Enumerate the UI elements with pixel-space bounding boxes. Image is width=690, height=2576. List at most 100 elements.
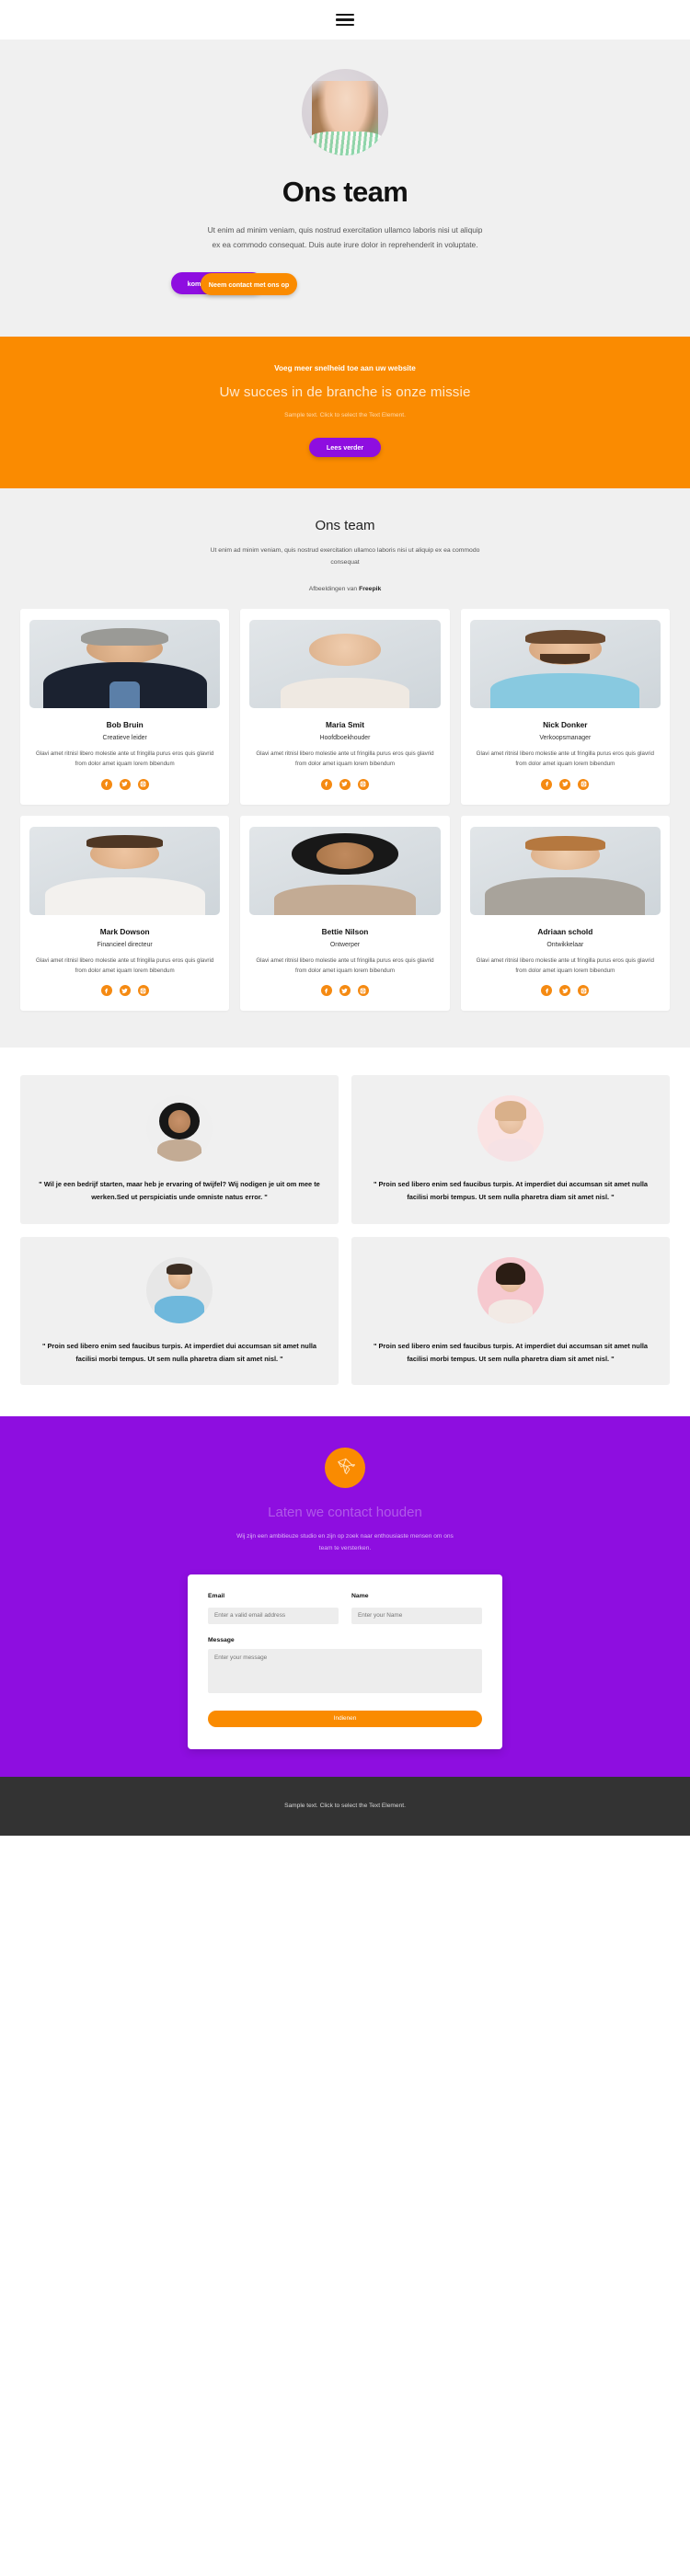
cta-title: Uw succes in de branche is onze missie	[219, 384, 471, 401]
member-socials	[470, 985, 661, 997]
testimonial-card: " Proin sed libero enim sed faucibus tur…	[20, 1236, 339, 1386]
team-grid: Bob Bruin Creatieve leider Glavi amet ri…	[20, 609, 670, 1012]
contact-form: Email Name Message Indienen	[188, 1574, 502, 1749]
email-field-group: Email	[208, 1593, 339, 1624]
contact-subtitle: Wij zijn een ambitieuze studio en zijn o…	[236, 1533, 454, 1551]
testimonial-quote: " Proin sed libero enim sed faucibus tur…	[41, 1341, 317, 1363]
email-label: Email	[208, 1593, 225, 1600]
testimonial-avatar	[477, 1256, 544, 1323]
member-role: Creatieve leider	[102, 735, 147, 742]
facebook-icon[interactable]	[100, 778, 112, 790]
cta-section: Voeg meer snelheid toe aan uw website Uw…	[0, 337, 690, 489]
member-role: Hoofdboekhouder	[319, 735, 371, 742]
credit-prefix: Afbeeldingen van	[308, 586, 360, 593]
facebook-icon[interactable]	[541, 985, 553, 997]
contact-section: Laten we contact houden Wij zijn een amb…	[0, 1416, 690, 1777]
member-socials	[249, 778, 440, 790]
member-name: Mark Dowson	[99, 926, 150, 936]
facebook-icon[interactable]	[541, 778, 553, 790]
member-role: Ontwerper	[329, 941, 361, 948]
team-member-card: Adriaan schold Ontwikkelaar Glavi amet r…	[460, 815, 670, 1012]
team-title: Ons team	[315, 518, 375, 534]
team-member-card: Nick Donker Verkoopsmanager Glavi amet r…	[460, 609, 670, 805]
member-photo	[469, 826, 661, 915]
member-photo	[249, 620, 441, 709]
testimonial-avatar	[146, 1095, 213, 1162]
facebook-icon[interactable]	[100, 985, 112, 997]
twitter-icon[interactable]	[559, 778, 571, 790]
hamburger-menu-icon[interactable]	[336, 13, 354, 27]
team-member-card: Bettie Nilson Ontwerper Glavi amet ritni…	[240, 815, 450, 1012]
testimonial-quote: " Proin sed libero enim sed faucibus tur…	[373, 1180, 649, 1202]
contact-us-button[interactable]: Neem contact met ons op	[201, 273, 297, 296]
instagram-icon[interactable]	[137, 778, 149, 790]
team-subtitle: Ut enim ad minim veniam, quis nostrud ex…	[210, 547, 480, 567]
form-row: Email Name	[208, 1593, 482, 1624]
member-description: Glavi amet ritnisl libero molestie ante …	[36, 956, 214, 974]
credit-link[interactable]: Freepik	[359, 586, 381, 592]
team-member-card: Bob Bruin Creatieve leider Glavi amet ri…	[20, 609, 230, 805]
testimonial-avatar	[146, 1256, 213, 1323]
member-description: Glavi amet ritnisl libero molestie ante …	[476, 956, 654, 974]
member-role: Ontwikkelaar	[546, 941, 584, 948]
twitter-icon[interactable]	[339, 778, 351, 790]
instagram-icon[interactable]	[137, 985, 149, 997]
member-photo	[249, 826, 441, 915]
twitter-icon[interactable]	[119, 778, 131, 790]
origami-bird-icon	[325, 1448, 365, 1489]
instagram-icon[interactable]	[578, 985, 590, 997]
member-socials	[470, 778, 661, 790]
instagram-icon[interactable]	[357, 985, 369, 997]
member-socials	[29, 985, 220, 997]
member-name: Nick Donker	[543, 720, 588, 730]
instagram-icon[interactable]	[357, 778, 369, 790]
read-more-button[interactable]: Lees verder	[309, 438, 381, 458]
facebook-icon[interactable]	[320, 985, 332, 997]
navbar	[0, 0, 690, 40]
hero-avatar	[302, 69, 388, 155]
page-root: Ons team Ut enim ad minim veniam, quis n…	[0, 0, 690, 1836]
member-socials	[249, 985, 440, 997]
member-name: Adriaan schold	[537, 926, 593, 936]
cta-kicker: Voeg meer snelheid toe aan uw website	[274, 364, 416, 373]
testimonial-card: " Proin sed libero enim sed faucibus tur…	[351, 1236, 670, 1386]
team-member-card: Mark Dowson Financieel directeur Glavi a…	[20, 815, 230, 1012]
message-field-group: Message	[208, 1637, 482, 1698]
team-credit: Afbeeldingen van Freepik	[20, 586, 670, 592]
contact-title: Laten we contact houden	[268, 1505, 422, 1521]
member-description: Glavi amet ritnisl libero molestie ante …	[256, 750, 434, 767]
email-field[interactable]	[208, 1607, 339, 1624]
hero-section: Ons team Ut enim ad minim veniam, quis n…	[0, 40, 690, 338]
member-role: Financieel directeur	[97, 941, 153, 948]
testimonial-card: " Wil je een bedrijf starten, maar heb j…	[20, 1075, 339, 1224]
footer: Sample text. Click to select the Text El…	[0, 1776, 690, 1836]
member-description: Glavi amet ritnisl libero molestie ante …	[36, 750, 214, 767]
submit-button[interactable]: Indienen	[208, 1710, 482, 1727]
twitter-icon[interactable]	[559, 985, 571, 997]
member-photo	[29, 620, 221, 709]
testimonial-quote: " Wil je een bedrijf starten, maar heb j…	[39, 1180, 320, 1202]
message-label: Message	[208, 1636, 235, 1643]
twitter-icon[interactable]	[119, 985, 131, 997]
hero-button-group: kom meer te weten Neem contact met ons o…	[37, 272, 653, 296]
page-title: Ons team	[282, 176, 408, 208]
testimonial-avatar	[477, 1095, 544, 1162]
member-name: Bettie Nilson	[321, 926, 369, 936]
team-member-card: Maria Smit Hoofdboekhouder Glavi amet ri…	[240, 609, 450, 805]
facebook-icon[interactable]	[320, 778, 332, 790]
cta-text: Sample text. Click to select the Text El…	[284, 412, 406, 419]
name-field[interactable]	[351, 1607, 482, 1624]
member-role: Verkoopsmanager	[539, 735, 592, 742]
member-name: Maria Smit	[326, 720, 364, 730]
testimonials-grid: " Wil je een bedrijf starten, maar heb j…	[20, 1075, 670, 1386]
name-field-group: Name	[351, 1593, 482, 1624]
member-description: Glavi amet ritnisl libero molestie ante …	[256, 956, 434, 974]
testimonial-card: " Proin sed libero enim sed faucibus tur…	[351, 1075, 670, 1224]
name-label: Name	[351, 1593, 369, 1600]
member-photo	[469, 620, 661, 709]
instagram-icon[interactable]	[578, 778, 590, 790]
twitter-icon[interactable]	[339, 985, 351, 997]
message-field[interactable]	[208, 1648, 482, 1693]
hero-subtitle: Ut enim ad minim veniam, quis nostrud ex…	[207, 225, 483, 249]
team-section: Ons team Ut enim ad minim veniam, quis n…	[0, 488, 690, 1048]
